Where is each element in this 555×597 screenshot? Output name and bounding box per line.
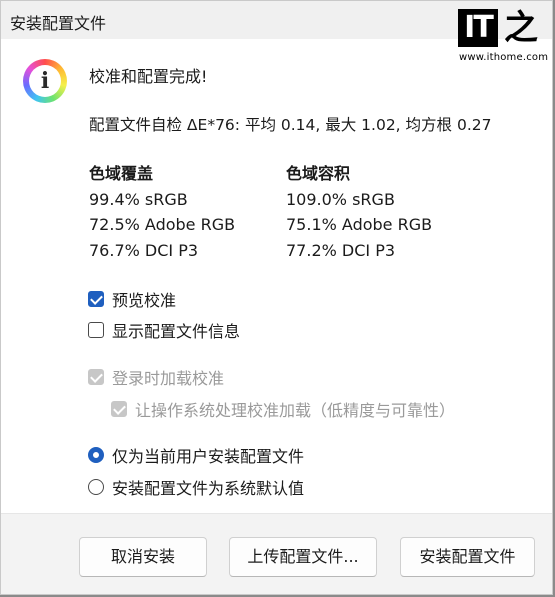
window-title: 安装配置文件 [10,14,107,33]
preview-calibration-option[interactable]: 预览校准 [88,287,176,311]
load-on-login-label: 登录时加载校准 [112,369,225,388]
system-default-label: 安装配置文件为系统默认值 [112,479,305,498]
info-icon: i [23,59,67,103]
gamut-coverage: 色域覆盖 99.4% sRGB 72.5% Adobe RGB 76.7% DC… [89,161,235,263]
upload-profile-button[interactable]: 上传配置文件... [229,537,377,577]
show-profile-info-option[interactable]: 显示配置文件信息 [88,318,240,342]
gamut-volume: 色域容积 109.0% sRGB 75.1% Adobe RGB 77.2% D… [286,161,432,263]
current-user-label: 仅为当前用户安装配置文件 [112,447,305,466]
os-handles-loading-label: 让操作系统处理校准加载（低精度与可靠性） [135,401,456,420]
watermark-glyph: 之 [504,8,538,48]
watermark-logo: IT [458,9,498,47]
button-footer: 取消安装 上传配置文件... 安装配置文件 [1,513,552,594]
gamut-coverage-title: 色域覆盖 [89,164,154,183]
os-handles-loading-option: 让操作系统处理校准加载（低精度与可靠性） [111,397,455,421]
preview-calibration-checkbox[interactable] [88,291,104,307]
show-profile-info-label: 显示配置文件信息 [112,322,241,341]
gamut-coverage-row: 72.5% Adobe RGB [89,215,236,234]
current-user-radio-option[interactable]: 仅为当前用户安装配置文件 [88,443,304,467]
gamut-volume-row: 77.2% DCI P3 [286,240,396,260]
system-default-radio-option[interactable]: 安装配置文件为系统默认值 [88,475,304,499]
gamut-volume-row: 75.1% Adobe RGB [286,215,433,234]
install-profile-button[interactable]: 安装配置文件 [400,537,535,577]
install-profile-dialog: 安装配置文件 IT 之 www.ithome.com i 校准和配置完成! 配置… [0,0,553,595]
os-handles-loading-checkbox [111,401,127,417]
gamut-volume-title: 色域容积 [286,164,351,183]
gamut-coverage-row: 76.7% DCI P3 [89,240,199,260]
show-profile-info-checkbox[interactable] [88,322,104,338]
completion-heading: 校准和配置完成! [89,67,208,86]
current-user-radio[interactable] [88,447,104,463]
preview-calibration-label: 预览校准 [112,291,177,310]
gamut-coverage-row: 99.4% sRGB [89,189,188,209]
gamut-volume-row: 109.0% sRGB [286,189,395,209]
ithome-watermark: IT 之 www.ithome.com [456,9,548,67]
watermark-url: www.ithome.com [459,52,549,63]
profile-self-check: 配置文件自检 ΔE*76: 平均 0.14, 最大 1.02, 均方根 0.27 [89,116,492,134]
load-on-login-checkbox [88,369,104,385]
system-default-radio[interactable] [88,479,104,495]
cancel-install-button[interactable]: 取消安装 [79,537,207,577]
load-on-login-option: 登录时加载校准 [88,365,224,389]
